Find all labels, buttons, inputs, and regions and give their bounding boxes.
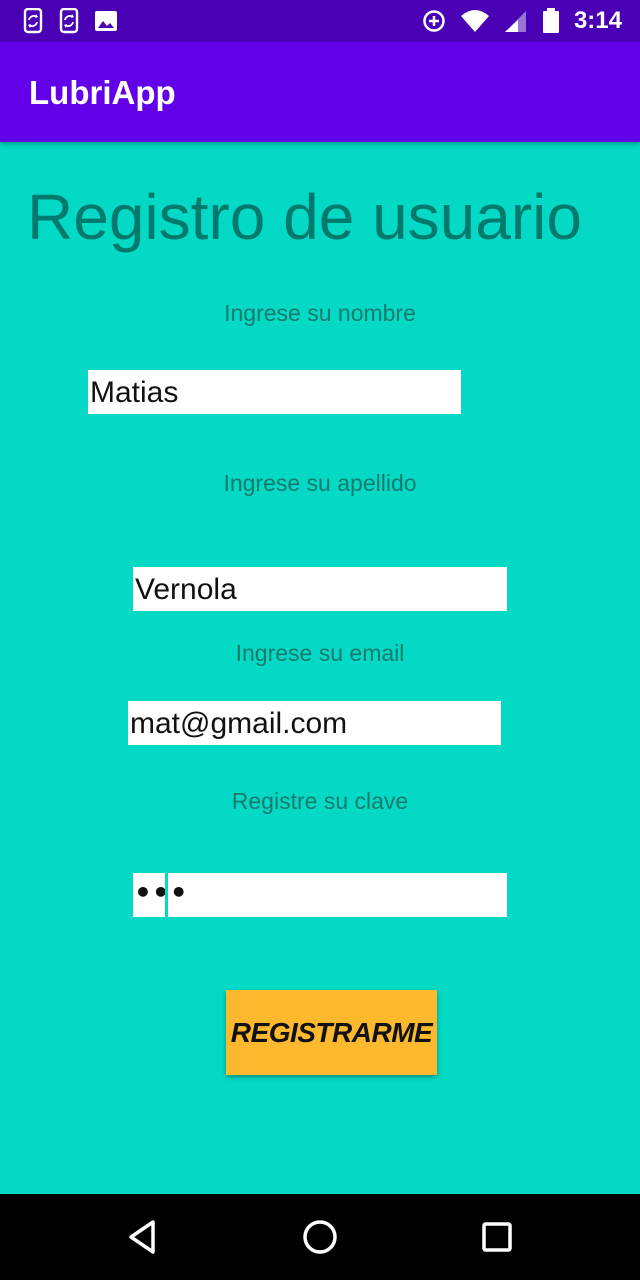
wifi-icon	[460, 10, 489, 32]
notification-icons	[22, 8, 118, 34]
app-bar: LubriApp	[0, 42, 640, 142]
phone-sync-icon	[23, 8, 43, 34]
nombre-label: Ingrese su nombre	[224, 300, 416, 326]
page-title: Registro de usuario	[27, 181, 582, 253]
home-icon[interactable]	[295, 1212, 345, 1262]
nombre-field[interactable]: Matias	[88, 370, 461, 414]
password-field[interactable]: •••	[133, 873, 507, 917]
text-cursor	[165, 873, 168, 917]
image-icon	[95, 11, 117, 31]
recents-icon[interactable]	[472, 1212, 522, 1262]
status-bar: 3:14	[0, 0, 640, 42]
phone-sync-icon	[59, 8, 79, 34]
apellido-field[interactable]: Vernola	[133, 567, 507, 611]
clave-label: Registre su clave	[231, 788, 409, 814]
register-button[interactable]: REGISTRARME	[226, 990, 437, 1075]
status-time: 3:14	[573, 7, 622, 34]
navigation-bar	[0, 1194, 640, 1280]
email-label: Ingrese su email	[235, 640, 405, 666]
password-mask: •••	[134, 876, 188, 909]
email-field[interactable]: mat@gmail.com	[128, 701, 501, 745]
system-icons: 3:14	[422, 6, 622, 36]
battery-icon	[542, 8, 559, 33]
signal-icon	[504, 11, 526, 32]
apellido-label: Ingrese su apellido	[223, 470, 417, 496]
back-icon[interactable]	[117, 1212, 167, 1262]
app-title: LubriApp	[29, 74, 176, 111]
data-saver-icon	[423, 10, 445, 32]
